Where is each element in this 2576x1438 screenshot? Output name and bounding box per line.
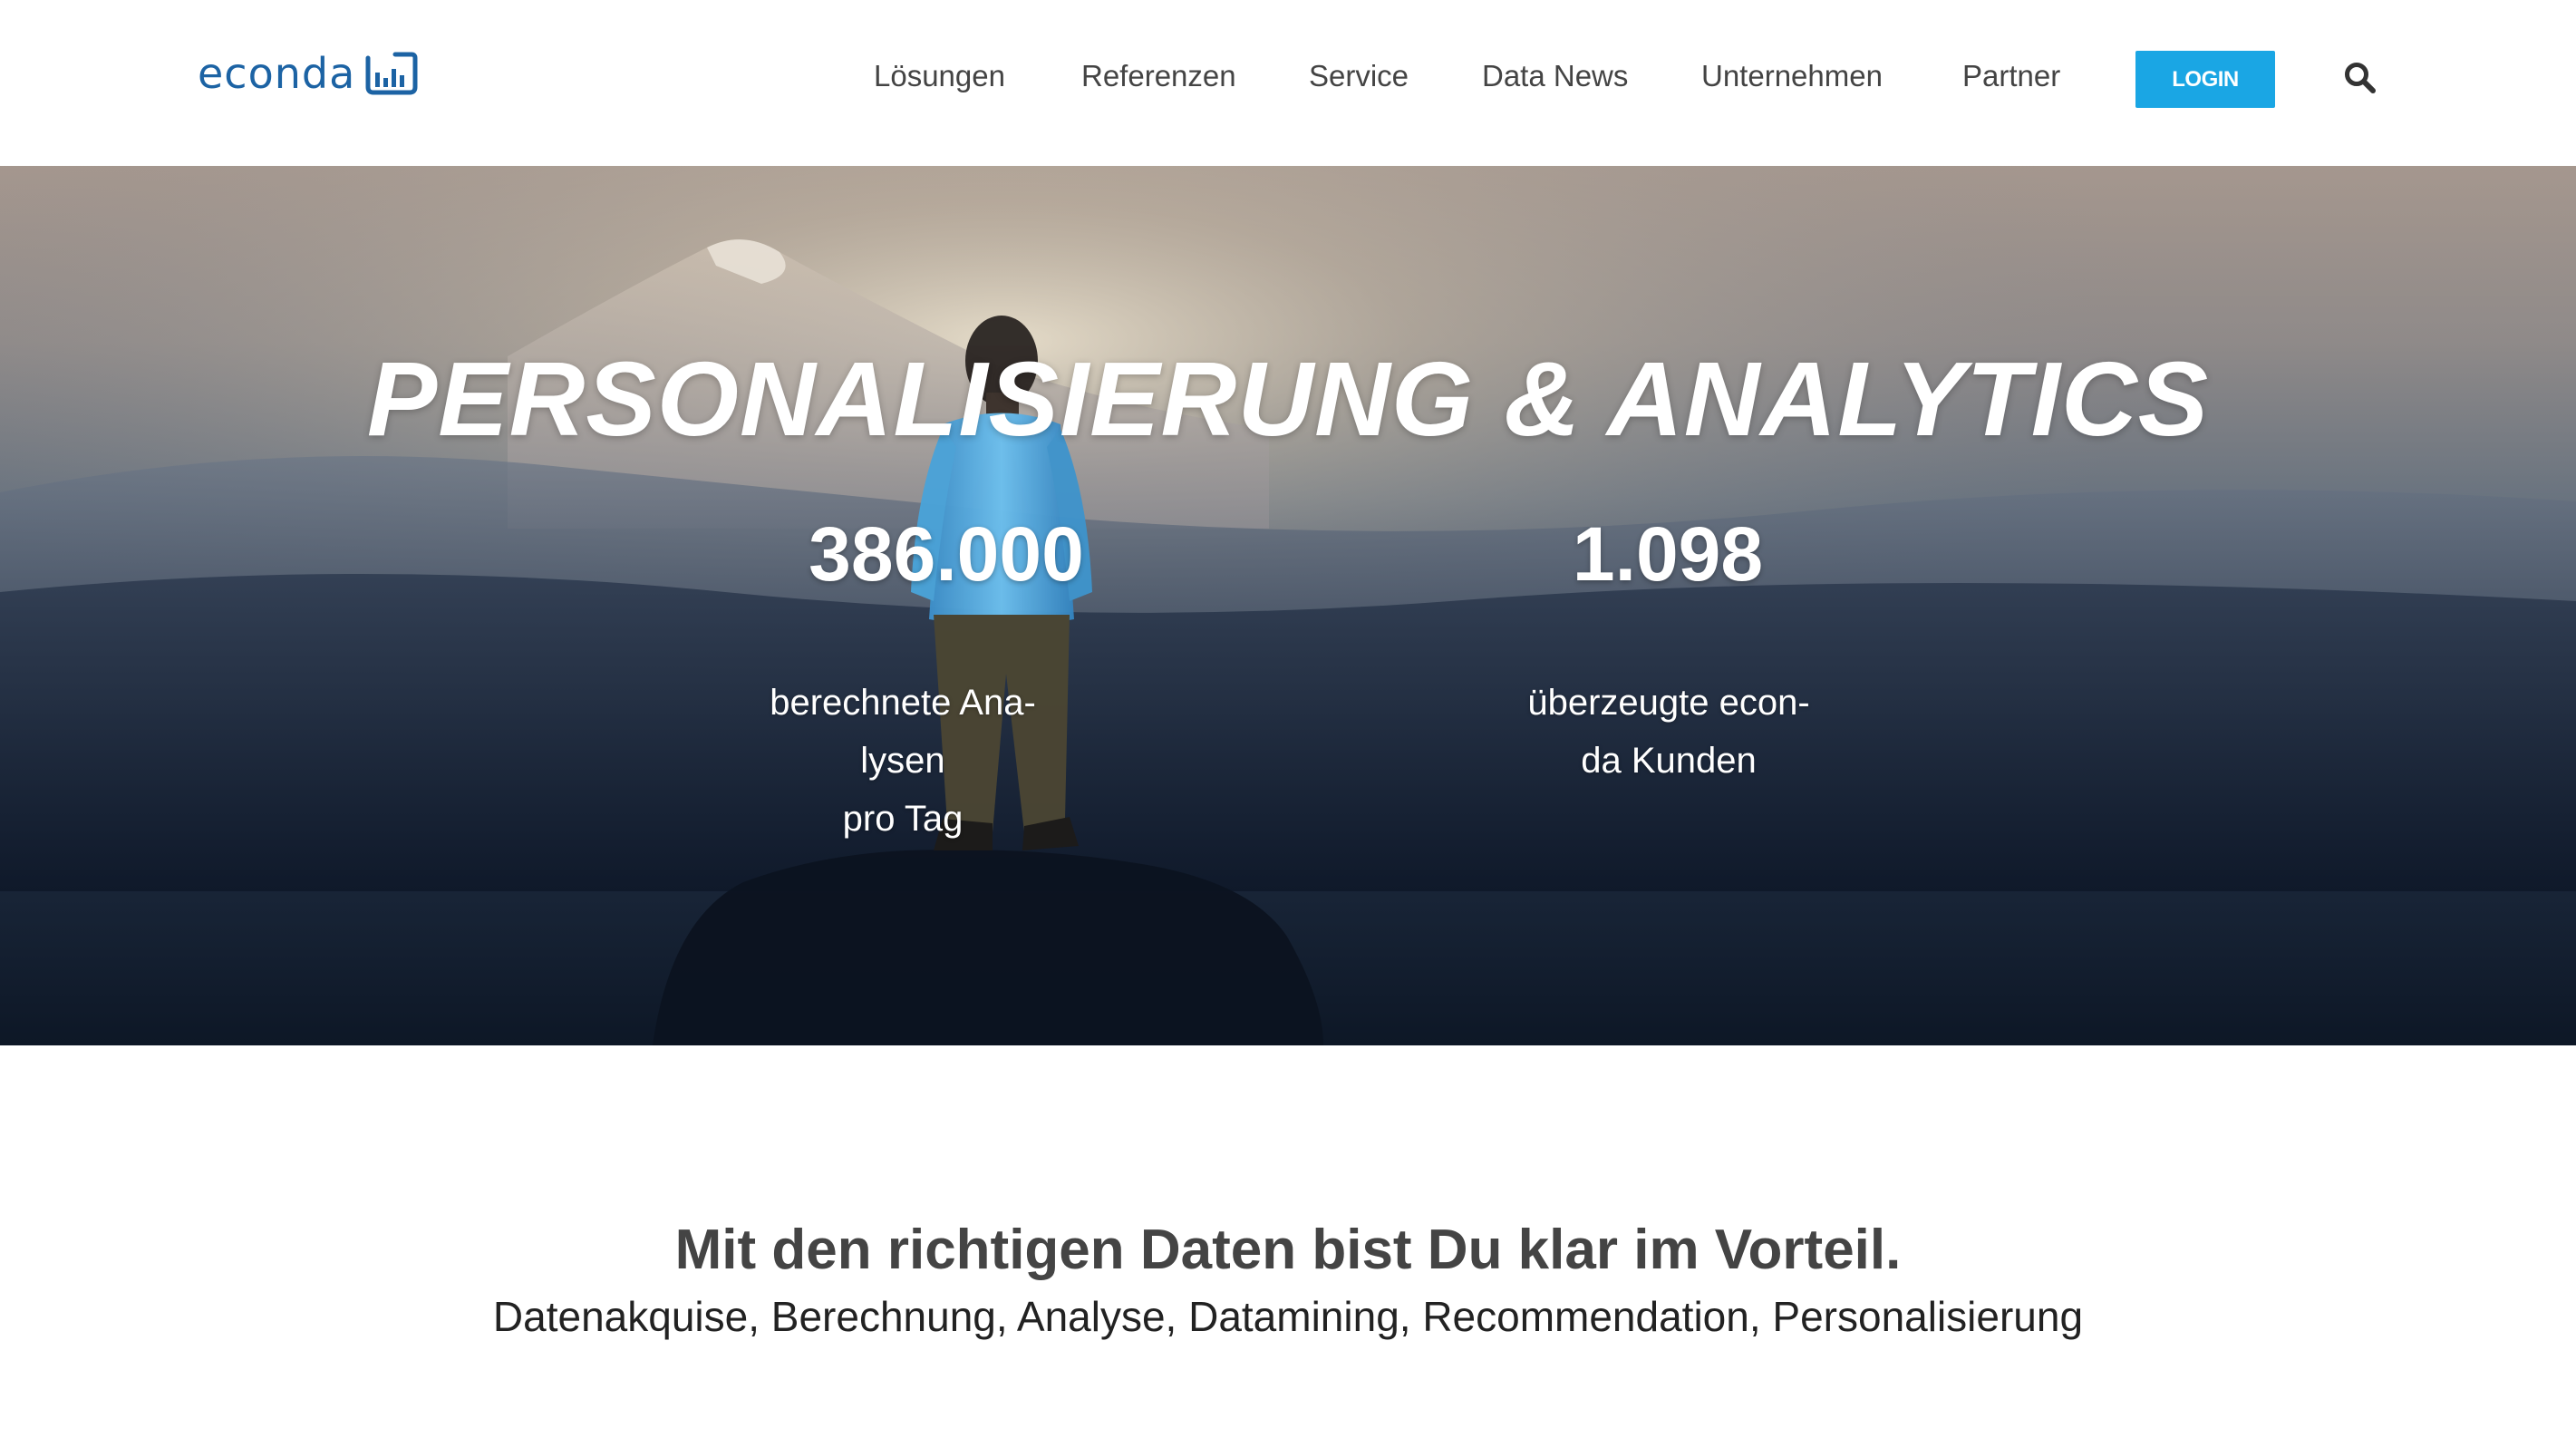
nav-item-referenzen[interactable]: Referenzen: [1081, 51, 1236, 102]
search-icon[interactable]: [2342, 60, 2378, 96]
nav-item-loesungen[interactable]: Lösungen: [874, 51, 1005, 102]
stat-value-analyses: 386.000: [809, 511, 1084, 597]
stat-label-customers: überzeugte econ- da Kunden: [1397, 674, 1941, 790]
nav-item-partner[interactable]: Partner: [1962, 51, 2060, 102]
stat-label-line: berechnete Ana-: [770, 683, 1036, 723]
hero-background-image: [0, 166, 2576, 1045]
stat-value-customers: 1.098: [1572, 511, 1764, 597]
intro-subheading: Datenakquise, Berechnung, Analyse, Datam…: [492, 1293, 2084, 1340]
login-button[interactable]: LOGIN: [2135, 51, 2275, 108]
econda-logo[interactable]: econda: [198, 49, 421, 98]
stat-label-analyses: berechnete Ana- lysen pro Tag: [631, 674, 1175, 848]
site-header: econda Lösungen Referenzen Service Data …: [0, 0, 2576, 166]
stat-label-line: überzeugte econ-: [1527, 683, 1810, 723]
bar-chart-icon: [365, 52, 418, 95]
hero-title: PERSONALISIERUNG & ANALYTICS: [366, 340, 2210, 458]
stat-label-line: da Kunden: [1581, 741, 1757, 781]
nav-item-unternehmen[interactable]: Unternehmen: [1701, 51, 1883, 102]
nav-item-service[interactable]: Service: [1309, 51, 1409, 102]
logo-wordmark: econda: [198, 49, 356, 98]
nav-item-data-news[interactable]: Data News: [1482, 51, 1628, 102]
hero-banner: PERSONALISIERUNG & ANALYTICS 386.000 ber…: [0, 166, 2576, 1045]
stat-label-line: lysen: [860, 741, 945, 781]
intro-heading: Mit den richtigen Daten bist Du klar im …: [674, 1219, 1902, 1281]
stat-label-line: pro Tag: [842, 799, 964, 839]
